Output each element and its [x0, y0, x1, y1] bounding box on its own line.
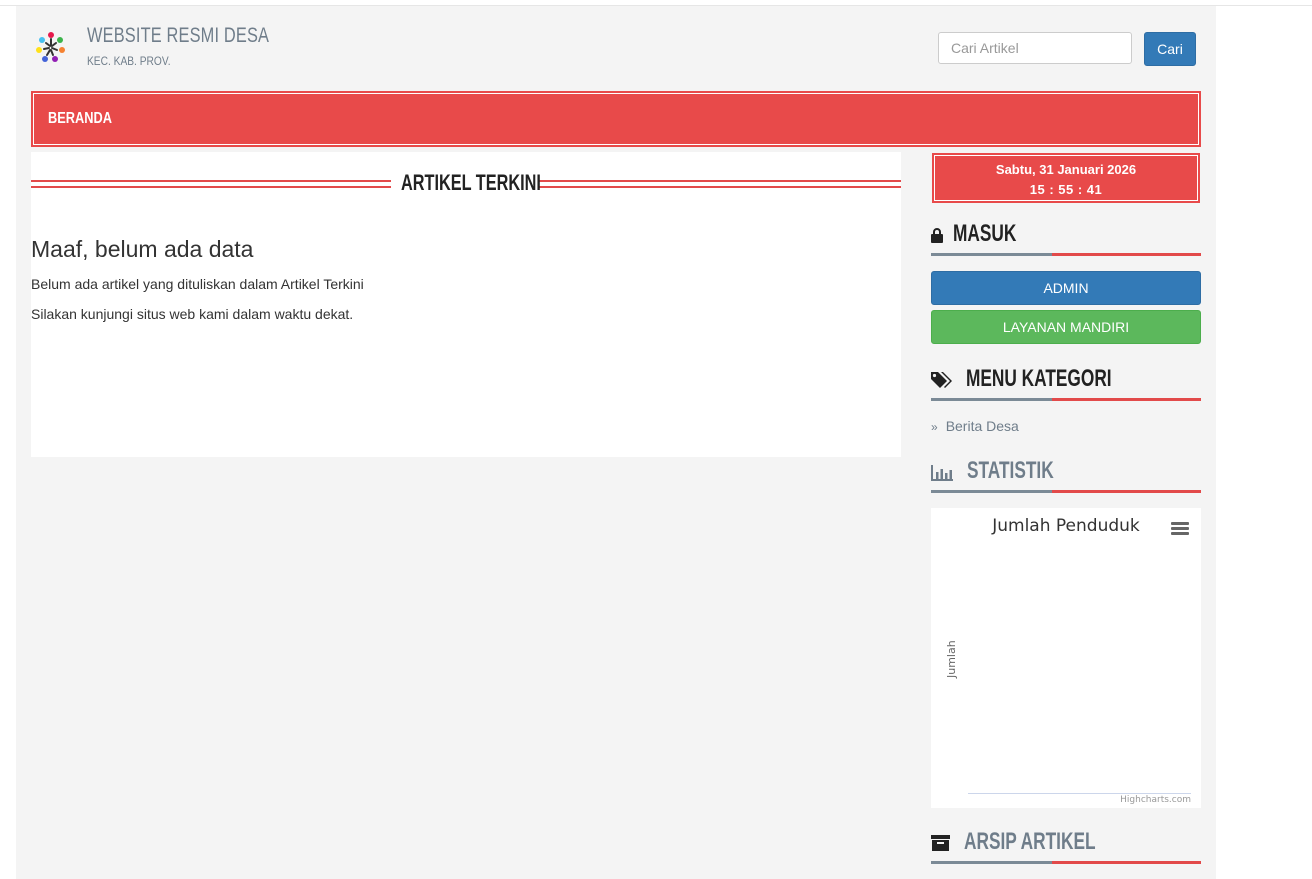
category-item-label: Berita Desa	[945, 418, 1019, 434]
chart-title: Jumlah Penduduk	[992, 516, 1140, 536]
date-time-widget: Sabtu, 31 Januari 2026 15 : 55 : 41	[932, 153, 1200, 203]
empty-state-subtext: Silakan kunjungi situs web kami dalam wa…	[31, 306, 354, 322]
stats-title: STATISTIK	[967, 457, 1054, 484]
category-title: MENU KATEGORI	[966, 365, 1112, 392]
search-input[interactable]	[938, 32, 1132, 64]
underline-right	[1052, 490, 1201, 493]
search-button[interactable]: Cari	[1144, 32, 1196, 66]
main-nav: BERANDA	[31, 91, 1201, 147]
chart-x-axis	[968, 793, 1191, 794]
empty-state-heading: Maaf, belum ada data	[31, 236, 254, 262]
category-widget-header: MENU KATEGORI	[931, 361, 1201, 401]
section-divider-left-2	[31, 186, 391, 188]
current-time: 15 : 55 : 41	[1029, 182, 1103, 197]
village-logo-icon	[36, 32, 65, 62]
chart-y-axis-label: Jumlah	[945, 640, 958, 678]
section-title: ARTIKEL TERKINI	[401, 170, 541, 195]
archive-title: ARSIP ARTIKEL	[964, 828, 1096, 855]
underline-right	[1052, 861, 1201, 864]
main-content: ARTIKEL TERKINI Maaf, belum ada data Bel…	[31, 152, 901, 457]
population-chart: Jumlah Penduduk Jumlah Highcharts.com	[931, 508, 1201, 808]
site-subtitle: KEC. KAB. PROV.	[87, 54, 171, 68]
tags-icon	[931, 372, 952, 388]
stats-widget-header: STATISTIK	[931, 453, 1201, 493]
nav-item-beranda[interactable]: BERANDA	[48, 110, 112, 128]
underline-right	[1052, 398, 1201, 401]
chart-credit-link[interactable]: Highcharts.com	[1120, 795, 1191, 805]
current-date: Sabtu, 31 Januari 2026	[995, 162, 1137, 177]
underline-left	[931, 861, 1052, 864]
archive-icon	[931, 835, 950, 851]
underline-left	[931, 490, 1052, 493]
chart-menu-icon[interactable]	[1171, 522, 1189, 536]
category-item-berita-desa[interactable]: » Berita Desa	[931, 418, 1019, 434]
double-chevron-right-icon: »	[931, 420, 938, 434]
admin-login-button[interactable]: ADMIN	[931, 271, 1201, 305]
section-divider-left	[31, 180, 391, 182]
login-title: MASUK	[953, 220, 1017, 247]
underline-right	[1052, 253, 1201, 256]
login-widget-header: MASUK	[931, 216, 1201, 256]
lock-icon	[931, 228, 943, 243]
underline-left	[931, 253, 1052, 256]
site-title: WEBSITE RESMI DESA	[87, 24, 270, 47]
layanan-mandiri-button[interactable]: LAYANAN MANDIRI	[931, 310, 1201, 344]
bar-chart-icon	[931, 465, 953, 481]
section-divider-right	[539, 180, 901, 182]
underline-left	[931, 398, 1052, 401]
section-divider-right-2	[539, 186, 901, 188]
archive-widget-header: ARSIP ARTIKEL	[931, 824, 1201, 864]
empty-state-text: Belum ada artikel yang dituliskan dalam …	[31, 276, 364, 292]
page-container: WEBSITE RESMI DESA KEC. KAB. PROV. Cari …	[16, 6, 1216, 879]
